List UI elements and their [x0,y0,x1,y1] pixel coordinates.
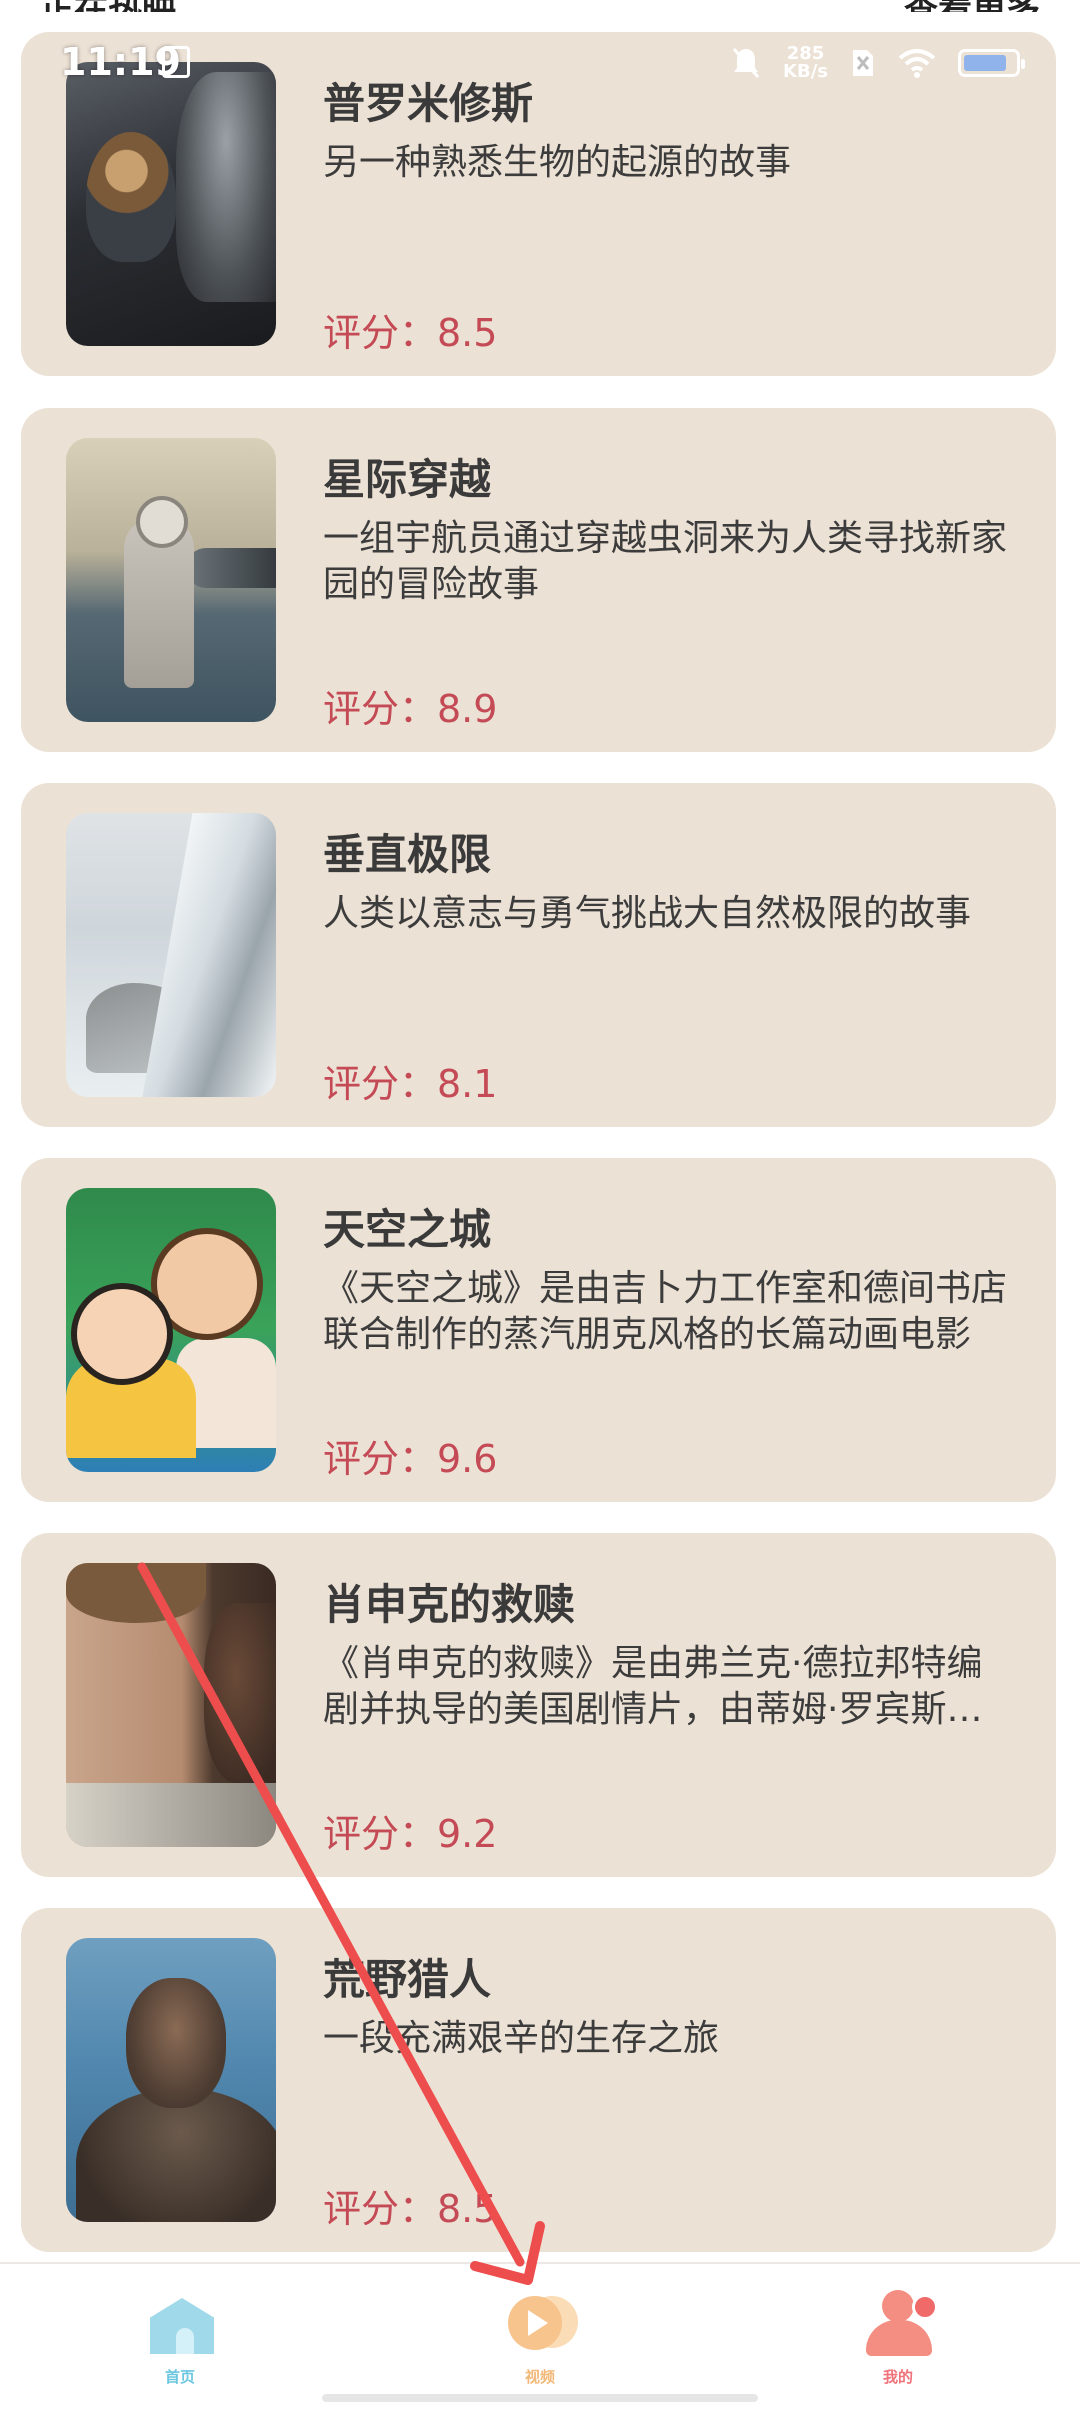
movie-card[interactable]: 普罗米修斯 另一种熟悉生物的起源的故事 评分：8.5 [21,32,1056,376]
movie-title: 荒野猎人 [323,1955,492,2004]
movie-description: 《肖申克的救赎》是由弗兰克·德拉邦特编剧并执导的美国剧情片，由蒂姆·罗宾斯等主演 [323,1643,983,1730]
movie-title: 普罗米修斯 [323,79,534,128]
video-icon [500,2282,580,2362]
movie-rating: 评分：9.6 [323,1437,498,1481]
movie-card[interactable]: 天空之城 《天空之城》是由吉卜力工作室和德间书店联合制作的蒸汽朋克风格的长篇动画… [21,1158,1056,1502]
movie-rating: 评分：8.5 [323,2187,498,2231]
movie-title: 星际穿越 [323,455,492,504]
movie-rating: 评分：8.9 [323,687,498,731]
movie-card[interactable]: 肖申克的救赎 《肖申克的救赎》是由弗兰克·德拉邦特编剧并执导的美国剧情片，由蒂姆… [21,1533,1056,1877]
movie-description: 人类以意志与勇气挑战大自然极限的故事 [323,893,972,934]
movie-rating: 评分：8.5 [323,311,498,355]
nav-label-video: 视频 [524,2368,555,2386]
movie-card[interactable]: 荒野猎人 一段充满艰辛的生存之旅 评分：8.5 [21,1908,1056,2252]
laputa-poster [66,1188,276,1472]
movie-rating: 评分：8.1 [323,1062,498,1106]
movie-card[interactable]: 垂直极限 人类以意志与勇气挑战大自然极限的故事 评分：8.1 [21,783,1056,1127]
movie-description: 《天空之城》是由吉卜力工作室和德间书店联合制作的蒸汽朋克风格的长篇动画电影 [323,1268,1008,1355]
shawshank-poster [66,1563,276,1847]
me-icon [858,2282,938,2362]
prometheus-poster [66,62,276,346]
movie-card[interactable]: 星际穿越 一组宇航员通过穿越虫洞来为人类寻找新家园的冒险故事 评分：8.9 [21,408,1056,752]
home-indicator [322,2394,758,2402]
nav-item-video[interactable]: 视频 [460,2282,620,2387]
nav-item-home[interactable]: 首页 [100,2282,260,2387]
movie-rating: 评分：9.2 [323,1812,498,1856]
movie-title: 肖申克的救赎 [323,1580,576,1629]
interstellar-poster [66,438,276,722]
view-more-link[interactable]: 查看更多 [904,0,1040,12]
revenant-poster [66,1938,276,2222]
nav-label-me: 我的 [882,2368,913,2386]
home-icon [140,2282,220,2362]
movie-description: 一组宇航员通过穿越虫洞来为人类寻找新家园的冒险故事 [323,518,1008,605]
movie-description: 一段充满艰辛的生存之旅 [323,2018,720,2059]
section-title: 正在热映 [40,0,176,12]
movie-description: 另一种熟悉生物的起源的故事 [323,142,792,183]
movie-title: 天空之城 [323,1205,492,1254]
list-header: 正在热映 查看更多 [40,0,1040,12]
nav-item-me[interactable]: 我的 [818,2282,978,2387]
movie-title: 垂直极限 [323,830,492,879]
nav-label-home: 首页 [164,2368,195,2386]
bottom-nav: 首页 视频 我的 [0,2262,1080,2410]
vertical-limit-poster [66,813,276,1097]
